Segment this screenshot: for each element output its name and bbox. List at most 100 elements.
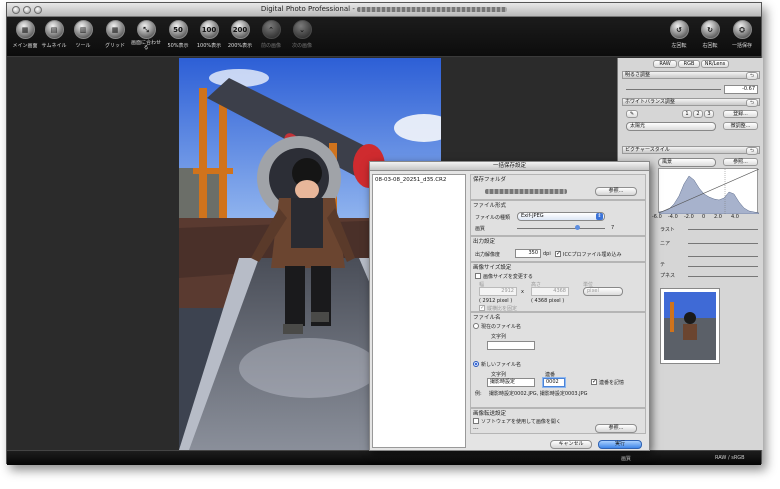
wb-preset-2[interactable]: 2	[693, 110, 703, 118]
new-string-label: 文字列	[491, 372, 507, 378]
brightness-reset-button[interactable]: ⮌	[746, 72, 758, 80]
picture-style-header: ピクチャースタイル	[622, 146, 760, 154]
execute-button[interactable]: 実行	[598, 440, 642, 449]
new-filename-radio[interactable]	[473, 361, 479, 367]
brightness-value-field[interactable]: -0.67	[724, 85, 758, 94]
remember-serial-label: 連番を記憶	[599, 380, 625, 386]
wb-preset-1[interactable]: 1	[682, 110, 692, 118]
serial-label: 連番	[545, 372, 556, 378]
width-field[interactable]: 2912	[479, 287, 517, 296]
transfer-browse-button[interactable]: 参照...	[595, 424, 637, 433]
brightness-header: 明るさ調整	[622, 71, 760, 79]
wb-fine-tune-button[interactable]: 微調整...	[723, 122, 758, 130]
thumbnail-image	[664, 292, 716, 360]
file-format-group: ファイル形式 ファイルの種類 Exif-JPEG ⇕ 画質 7	[470, 200, 646, 236]
brightness-slider[interactable]	[626, 89, 721, 90]
tab-nr-lens[interactable]: NR/Lens	[701, 60, 729, 68]
rotate-right-button[interactable]: ↻ 右回転	[693, 20, 727, 56]
hist-tick-6: 4.0	[731, 214, 739, 220]
quality-value: 7	[611, 225, 615, 231]
resize-checkbox[interactable]	[475, 273, 481, 279]
color-tone-label: ニア	[660, 241, 671, 247]
tab-rgb[interactable]: RGB	[678, 60, 700, 68]
tab-raw[interactable]: RAW	[653, 60, 677, 68]
unit-select[interactable]: pixel	[583, 287, 623, 296]
quality-slider-thumb[interactable]	[575, 225, 580, 230]
software-path: ---	[473, 426, 479, 432]
eyedropper-icon[interactable]: ✎	[626, 110, 638, 118]
main-toolbar: ▦ メイン画面 ▤ サムネイル ▥ ツール ▦ グリッド ⤡ 画面に合わせる 50 50%表…	[7, 17, 761, 57]
main-window-icon: ▦	[15, 20, 35, 39]
grid-icon: ▦	[105, 20, 125, 39]
save-folder-browse-button[interactable]: 参照...	[595, 187, 637, 196]
saturation-slider[interactable]	[688, 256, 758, 257]
sharpness-slider[interactable]	[688, 276, 758, 277]
serial-number-field[interactable]: 0002	[543, 378, 565, 387]
quality-slider[interactable]	[517, 228, 605, 229]
zoom-50-button[interactable]: 50 50%表示	[161, 20, 195, 56]
resolution-unit: dpi	[543, 251, 551, 257]
output-settings-label: 出力設定	[473, 239, 496, 245]
color-profile-status: RAW / sRGB	[715, 455, 745, 461]
output-settings-group: 出力設定 出力解像度 350 dpi ✓ ICCプロファイル埋め込み	[470, 236, 646, 262]
color-tone-slider[interactable]	[688, 243, 758, 244]
icc-profile-checkbox[interactable]: ✓	[555, 251, 561, 257]
hist-tick-2: -4.0	[668, 214, 678, 220]
dialog-title: 一括保存設定	[370, 162, 649, 171]
zoom-50-icon: 50	[168, 20, 188, 39]
window-title: Digital Photo Professional -	[7, 5, 761, 13]
size-cross: x	[521, 289, 524, 295]
tone-curve-histogram[interactable]	[658, 168, 760, 215]
next-image-button[interactable]: ⌄ 次の画像	[285, 20, 319, 56]
save-folder-path	[485, 189, 567, 194]
white-balance-reset-button[interactable]: ⮌	[746, 99, 758, 107]
tone-label: テ	[660, 262, 666, 268]
status-bar: 画質 RAW / sRGB	[7, 450, 761, 465]
previous-image-button[interactable]: ⌃ 前の画像	[254, 20, 288, 56]
thumbnail-icon: ▤	[44, 20, 64, 39]
rotate-left-button[interactable]: ↺ 左回転	[662, 20, 696, 56]
resolution-label: 出力解像度	[475, 252, 501, 258]
current-string-field[interactable]	[487, 341, 535, 350]
batch-save-button[interactable]: ⛭ 一括保存	[725, 20, 759, 56]
navigator-thumbnail[interactable]	[660, 288, 720, 364]
file-list-item[interactable]: 08-03-08_20251_d35.CR2	[375, 177, 463, 183]
sharpness-label: プネス	[660, 273, 676, 279]
rotate-right-icon: ↻	[700, 20, 720, 39]
file-type-select[interactable]: Exif-JPEG ⇕	[517, 212, 605, 221]
keep-ratio-checkbox[interactable]: ✓	[479, 305, 485, 311]
rotate-left-icon: ↺	[669, 20, 689, 39]
status-label: 画質	[621, 456, 632, 462]
current-filename-radio[interactable]	[473, 323, 479, 329]
wb-preset-3[interactable]: 3	[704, 110, 714, 118]
zoom-200-button[interactable]: 200 200%表示	[223, 20, 257, 56]
hist-tick-5: 2.0	[714, 214, 722, 220]
contrast-slider[interactable]	[688, 229, 758, 230]
example-label: 例:	[475, 391, 482, 397]
remember-serial-checkbox[interactable]: ✓	[591, 379, 597, 385]
tool-palette-icon: ▥	[73, 20, 93, 39]
picture-style-select[interactable]: 風景	[658, 158, 716, 167]
wb-preset-select[interactable]: 太陽光	[626, 122, 716, 131]
resolution-field[interactable]: 350	[515, 249, 541, 258]
grid-button[interactable]: ▦ グリッド	[98, 20, 132, 56]
tone-slider[interactable]	[688, 266, 758, 267]
tool-palette-button[interactable]: ▥ ツール	[66, 20, 100, 56]
filename-group: ファイル名 現在のファイル名 文字列 新しいファイル名 文字列 連番 撮影時設定…	[470, 312, 646, 408]
wb-register-button[interactable]: 登録...	[723, 110, 758, 118]
fit-to-screen-button[interactable]: ⤡ 画面に合わせる	[129, 20, 163, 56]
zoom-100-button[interactable]: 100 100%表示	[192, 20, 226, 56]
file-list[interactable]: 08-03-08_20251_d35.CR2	[372, 174, 466, 448]
cancel-button[interactable]: キャンセル	[550, 440, 592, 449]
open-with-software-checkbox[interactable]	[473, 418, 479, 424]
image-size-label: 画像サイズ設定	[473, 265, 512, 271]
select-arrow-icon: ⇕	[596, 213, 603, 220]
new-string-field[interactable]: 撮影時設定	[487, 378, 535, 387]
picture-style-browse-button[interactable]: 参照...	[723, 158, 758, 166]
picture-style-reset-button[interactable]: ⮌	[746, 147, 758, 155]
keep-ratio-label: 縦横比を固定	[487, 306, 518, 312]
resize-label: 画像サイズを変更する	[483, 274, 533, 280]
zoom-100-icon: 100	[199, 20, 219, 39]
height-field[interactable]: 4368	[531, 287, 569, 296]
save-folder-group: 保存フォルダ 参照...	[470, 174, 646, 200]
